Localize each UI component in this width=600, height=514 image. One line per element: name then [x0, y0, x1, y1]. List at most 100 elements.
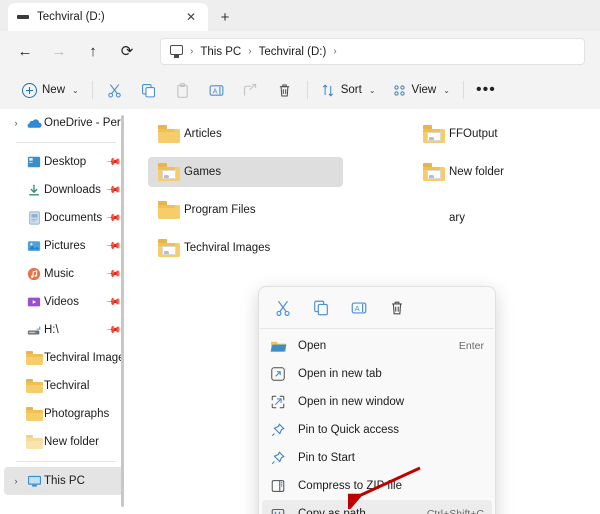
menu-item-pin-to-start[interactable]: Pin to Start: [262, 444, 492, 472]
delete-button[interactable]: [268, 76, 302, 104]
delete-icon[interactable]: [379, 293, 415, 323]
file-name: FFOutput: [449, 128, 498, 140]
folder-icon: [158, 201, 184, 219]
sidebar-item-pictures[interactable]: Pictures 📌: [4, 232, 124, 260]
pin-icon[interactable]: 📌: [104, 154, 121, 171]
sort-button[interactable]: Sort ⌄: [313, 76, 384, 104]
menu-item-label: Pin to Start: [298, 452, 355, 464]
menu-item-label: Open: [298, 340, 327, 352]
sidebar-item-desktop[interactable]: Desktop 📌: [4, 148, 124, 176]
back-button[interactable]: ←: [10, 37, 40, 65]
open-new-window-icon: [270, 394, 298, 410]
breadcrumb-separator: ›: [190, 46, 194, 57]
pin-icon[interactable]: 📌: [104, 238, 121, 255]
file-item-articles[interactable]: Articles: [148, 119, 343, 149]
breadcrumb-separator: ›: [248, 46, 252, 57]
breadcrumb-drive[interactable]: Techviral (D:): [255, 45, 331, 59]
file-item-ffoutput[interactable]: FFOutput: [413, 119, 593, 149]
sidebar-item-this-pc[interactable]: › This PC: [4, 467, 124, 495]
chevron-placeholder: [8, 185, 24, 195]
chevron-placeholder: [8, 437, 24, 447]
file-item-partial[interactable]: ary: [413, 203, 593, 233]
navigation-pane: › OneDrive - Pers…: [0, 109, 128, 514]
sidebar-scrollbar[interactable]: [121, 115, 124, 507]
sidebar-item-label: Videos: [44, 296, 79, 308]
breadcrumb-this-pc[interactable]: This PC: [196, 45, 245, 59]
sidebar-item-techviral[interactable]: Techviral: [4, 372, 124, 400]
folder-image-icon: [158, 163, 184, 181]
open-new-tab-icon: [270, 366, 298, 382]
folder-icon: [24, 407, 44, 421]
sidebar-item-h-drive[interactable]: H:\ 📌: [4, 316, 124, 344]
refresh-button[interactable]: ⟳: [112, 37, 142, 65]
copy-as-path-icon: [270, 506, 298, 514]
sidebar-item-label: Techviral: [44, 380, 90, 392]
menu-item-accel: Ctrl+Shift+C: [426, 508, 484, 514]
this-pc-icon: [24, 475, 44, 488]
menu-item-compress-to-zip[interactable]: Compress to ZIP file: [262, 472, 492, 500]
tab-techviral-d[interactable]: Techviral (D:) ✕: [8, 3, 208, 31]
file-item-new-folder[interactable]: New folder: [413, 157, 593, 187]
downloads-icon: [24, 183, 44, 197]
up-button[interactable]: ↑: [78, 37, 108, 65]
pin-icon[interactable]: 📌: [104, 294, 121, 311]
divider: [462, 81, 464, 99]
chevron-placeholder: [8, 325, 24, 335]
sidebar-item-music[interactable]: Music 📌: [4, 260, 124, 288]
pin-icon[interactable]: 📌: [104, 210, 121, 227]
chevron-placeholder: [8, 381, 24, 391]
pin-icon[interactable]: 📌: [104, 266, 121, 283]
sidebar-item-label: Downloads: [44, 184, 101, 196]
cut-icon[interactable]: [265, 293, 301, 323]
sidebar-item-new-folder[interactable]: New folder: [4, 428, 124, 456]
view-button[interactable]: View ⌄: [384, 76, 458, 104]
file-explorer-window: Techviral (D:) ✕ + ← → ↑ ⟳ › This PC › T…: [0, 0, 600, 514]
sidebar-item-label: Photographs: [44, 408, 110, 420]
address-bar[interactable]: › This PC › Techviral (D:) ›: [160, 38, 585, 65]
file-item-program-files[interactable]: Program Files: [148, 195, 343, 225]
folder-icon: [24, 351, 44, 365]
menu-item-copy-as-path[interactable]: Copy as path Ctrl+Shift+C: [262, 500, 492, 514]
tab-strip: Techviral (D:) ✕ +: [0, 0, 600, 31]
sidebar-item-label: Pictures: [44, 240, 86, 252]
folder-image-icon: [423, 125, 449, 143]
cut-button[interactable]: [98, 76, 132, 104]
menu-item-pin-to-quick-access[interactable]: Pin to Quick access: [262, 416, 492, 444]
sidebar-item-photographs[interactable]: Photographs: [4, 400, 124, 428]
sidebar-item-label: H:\: [44, 324, 59, 336]
new-button[interactable]: New ⌄: [14, 76, 87, 104]
chevron-right-icon[interactable]: ›: [8, 118, 24, 128]
copy-icon[interactable]: [303, 293, 339, 323]
menu-item-label: Open in new tab: [298, 368, 382, 380]
more-options-button[interactable]: •••: [469, 76, 503, 104]
sidebar-item-techviral-images[interactable]: Techviral Images: [4, 344, 124, 372]
file-item-games[interactable]: Games: [148, 157, 343, 187]
menu-item-open-in-new-tab[interactable]: Open in new tab: [262, 360, 492, 388]
documents-icon: [24, 211, 44, 225]
sidebar-item-label: Techviral Images: [44, 352, 124, 364]
file-name: Program Files: [184, 204, 256, 216]
pin-icon[interactable]: 📌: [104, 322, 121, 339]
sidebar-item-onedrive[interactable]: › OneDrive - Pers…: [4, 109, 125, 137]
rename-button[interactable]: A: [200, 76, 234, 104]
new-tab-button[interactable]: +: [214, 6, 236, 28]
menu-item-open-in-new-window[interactable]: Open in new window: [262, 388, 492, 416]
sidebar-item-videos[interactable]: Videos 📌: [4, 288, 124, 316]
sidebar-item-documents[interactable]: Documents 📌: [4, 204, 124, 232]
chevron-down-icon: ⌄: [443, 85, 450, 95]
close-icon[interactable]: ✕: [182, 8, 200, 26]
chevron-down-icon: ⌄: [72, 85, 79, 95]
sidebar-divider: [16, 461, 116, 462]
music-icon: [24, 267, 44, 281]
menu-item-open[interactable]: Open Enter: [262, 332, 492, 360]
copy-button[interactable]: [132, 76, 166, 104]
chevron-right-icon[interactable]: ›: [8, 476, 24, 486]
sidebar-item-downloads[interactable]: Downloads 📌: [4, 176, 124, 204]
file-name: Techviral Images: [184, 242, 271, 254]
new-button-label: New: [42, 84, 66, 96]
pictures-icon: [24, 239, 44, 253]
rename-icon[interactable]: A: [341, 293, 377, 323]
file-item-techviral-images[interactable]: Techviral Images: [148, 233, 343, 263]
context-menu: A Open Enter Open in new tab Open in new…: [258, 286, 496, 514]
pin-icon[interactable]: 📌: [104, 182, 121, 199]
